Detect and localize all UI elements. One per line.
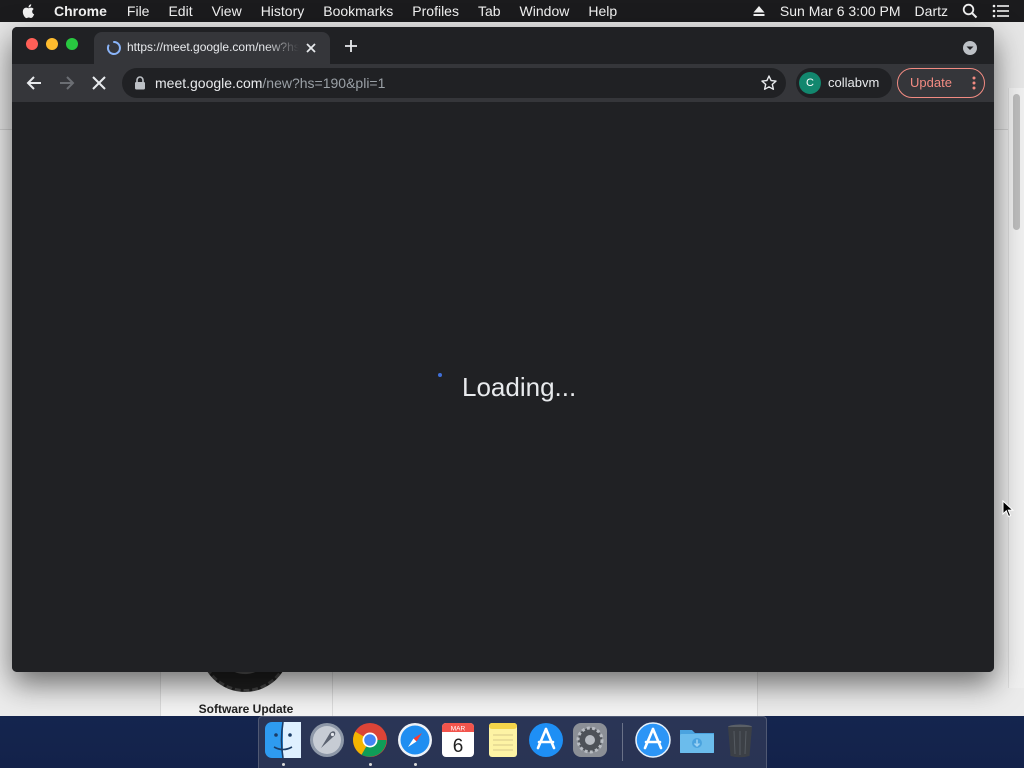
app-store-icon[interactable] xyxy=(527,721,565,759)
page-viewport: Loading... xyxy=(12,102,994,672)
lock-icon[interactable] xyxy=(134,76,146,90)
menu-app-chrome[interactable]: Chrome xyxy=(54,3,107,19)
update-label: Update xyxy=(910,75,952,90)
forward-arrow-icon[interactable] xyxy=(58,74,76,92)
menu-help[interactable]: Help xyxy=(588,3,617,19)
menu-bar-status-area: Sun Mar 6 3:00 PM Dartz xyxy=(752,0,1024,22)
chrome-icon[interactable] xyxy=(351,721,389,759)
trash-icon[interactable] xyxy=(721,721,759,759)
tab-meet-google[interactable]: https://meet.google.com/new?hs=190&pli=1 xyxy=(94,32,330,64)
safari-icon[interactable] xyxy=(396,721,434,759)
dock: MAR 6 xyxy=(258,716,767,768)
chrome-window: https://meet.google.com/new?hs=190&pli=1 xyxy=(12,27,994,672)
downloads-folder-icon[interactable] xyxy=(678,721,716,759)
finder-icon[interactable] xyxy=(264,721,302,759)
bookmark-star-icon[interactable] xyxy=(760,74,778,92)
finder-running-indicator xyxy=(282,763,285,766)
profile-button[interactable]: C collabvm xyxy=(796,68,892,98)
tab-strip: https://meet.google.com/new?hs=190&pli=1 xyxy=(12,27,994,64)
dock-separator xyxy=(622,723,623,761)
browser-toolbar: meet.google.com/new?hs=190&pli=1 C colla… xyxy=(12,64,994,102)
address-bar[interactable]: meet.google.com/new?hs=190&pli=1 xyxy=(122,68,786,98)
url-host: meet.google.com xyxy=(155,75,263,91)
menu-window[interactable]: Window xyxy=(520,3,570,19)
chrome-running-indicator xyxy=(369,763,372,766)
menu-bar-clock[interactable]: Sun Mar 6 3:00 PM xyxy=(780,3,901,19)
loading-message: Loading... xyxy=(462,372,577,402)
calendar-icon[interactable]: MAR 6 xyxy=(439,721,477,759)
tab-search-chevron-icon[interactable] xyxy=(962,40,978,56)
loading-throbber-icon xyxy=(106,41,121,55)
menu-bar: Chrome File Edit View History Bookmarks … xyxy=(0,0,1024,22)
menu-profiles[interactable]: Profiles xyxy=(412,3,459,19)
new-tab-plus-icon[interactable] xyxy=(343,38,359,54)
scrollbar-thumb[interactable] xyxy=(1013,94,1020,230)
menu-edit[interactable]: Edit xyxy=(168,3,192,19)
tab-title: https://meet.google.com/new?hs=190&pli=1 xyxy=(127,40,299,54)
update-chrome-button[interactable]: Update xyxy=(897,68,985,98)
stop-loading-icon[interactable] xyxy=(90,74,108,92)
app-store-icon[interactable] xyxy=(634,721,672,759)
window-zoom-button[interactable] xyxy=(66,38,78,50)
url-path: /new?hs=190&pli=1 xyxy=(262,75,386,91)
notification-center-icon[interactable] xyxy=(992,4,1010,18)
profile-name: collabvm xyxy=(828,75,880,90)
menu-history[interactable]: History xyxy=(261,3,305,19)
profile-avatar: C xyxy=(799,72,821,94)
menu-view[interactable]: View xyxy=(212,3,242,19)
calendar-month: MAR xyxy=(451,726,466,733)
apple-menu-icon[interactable] xyxy=(20,2,38,20)
background-scrollbar[interactable] xyxy=(1008,88,1024,688)
window-close-button[interactable] xyxy=(26,38,38,50)
address-bar-url: meet.google.com/new?hs=190&pli=1 xyxy=(155,75,385,91)
loading-spinner-icon xyxy=(438,373,442,377)
menu-tab[interactable]: Tab xyxy=(478,3,501,19)
calendar-day: 6 xyxy=(453,736,464,757)
menu-bookmarks[interactable]: Bookmarks xyxy=(323,3,393,19)
kebab-menu-icon[interactable] xyxy=(972,75,976,91)
system-preferences-icon[interactable] xyxy=(571,721,609,759)
menu-bar-user[interactable]: Dartz xyxy=(915,3,948,19)
spotlight-search-icon[interactable] xyxy=(962,3,978,19)
eject-icon[interactable] xyxy=(752,4,766,18)
launchpad-icon[interactable] xyxy=(308,721,346,759)
back-arrow-icon[interactable] xyxy=(25,74,43,92)
mouse-cursor-icon xyxy=(1002,500,1014,518)
window-minimize-button[interactable] xyxy=(46,38,58,50)
software-update-label: Software Update xyxy=(198,702,294,716)
tab-close-icon[interactable] xyxy=(304,41,318,55)
menu-file[interactable]: File xyxy=(127,3,150,19)
safari-running-indicator xyxy=(414,763,417,766)
notes-icon[interactable] xyxy=(484,721,522,759)
